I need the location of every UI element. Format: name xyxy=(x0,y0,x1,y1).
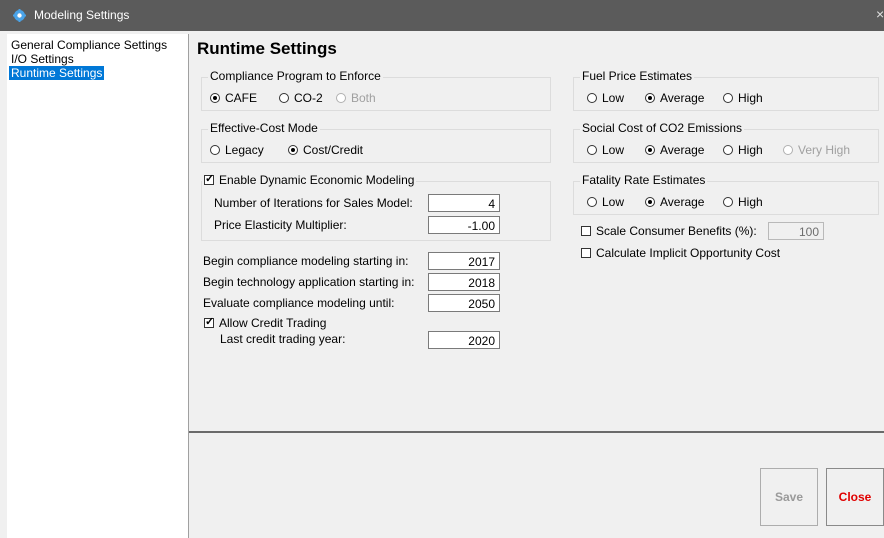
radio-label: High xyxy=(738,91,763,105)
radio-indicator xyxy=(587,197,597,207)
radio-cafe[interactable]: CAFE xyxy=(210,91,257,105)
radio-cost-credit[interactable]: Cost/Credit xyxy=(288,143,363,157)
radio-label: Low xyxy=(602,195,625,209)
checkbox-indicator xyxy=(204,315,214,328)
scale-consumer-benefits-checkbox[interactable]: Scale Consumer Benefits (%): xyxy=(581,224,757,238)
radio-both: Both xyxy=(336,91,376,105)
radio-indicator xyxy=(288,145,298,155)
radio-indicator xyxy=(210,145,220,155)
footer-divider xyxy=(189,431,884,433)
radio-social-high[interactable]: High xyxy=(723,143,763,157)
checkbox-label: Calculate Implicit Opportunity Cost xyxy=(596,246,781,260)
radio-label: Average xyxy=(660,195,705,209)
radio-label: Average xyxy=(660,91,705,105)
radio-label: Cost/Credit xyxy=(303,143,364,157)
radio-indicator xyxy=(587,93,597,103)
checkbox-indicator xyxy=(581,226,591,236)
social-cost-title: Social Cost of CO2 Emissions xyxy=(580,121,745,135)
radio-indicator xyxy=(783,145,793,155)
radio-indicator xyxy=(645,197,655,207)
begin-technology-label: Begin technology application starting in… xyxy=(203,275,415,289)
checkbox-label: Enable Dynamic Economic Modeling xyxy=(219,173,415,187)
window-close-icon[interactable]: × xyxy=(876,6,884,22)
radio-label: CAFE xyxy=(225,91,258,105)
radio-indicator xyxy=(645,93,655,103)
radio-label: Average xyxy=(660,143,705,157)
radio-indicator xyxy=(336,93,346,103)
effective-cost-group: Effective-Cost Mode Legacy Cost/Credit xyxy=(201,121,551,163)
radio-label: High xyxy=(738,195,763,209)
fuel-price-group: Fuel Price Estimates Low Average High xyxy=(573,69,879,111)
radio-fuel-high[interactable]: High xyxy=(723,91,763,105)
title-bar: Modeling Settings × xyxy=(0,0,884,31)
compliance-program-title: Compliance Program to Enforce xyxy=(208,69,383,83)
checkbox-indicator xyxy=(581,248,591,258)
radio-co2[interactable]: CO-2 xyxy=(279,91,323,105)
runtime-settings-panel: Runtime Settings Compliance Program to E… xyxy=(189,31,884,431)
dynamic-modeling-checkbox[interactable]: Enable Dynamic Economic Modeling xyxy=(202,172,417,187)
radio-fatality-low[interactable]: Low xyxy=(587,195,624,209)
radio-indicator xyxy=(279,93,289,103)
evaluate-until-input[interactable]: 2050 xyxy=(428,294,500,312)
radio-fuel-low[interactable]: Low xyxy=(587,91,624,105)
gear-icon xyxy=(13,9,26,22)
radio-fuel-average[interactable]: Average xyxy=(645,91,704,105)
window-title: Modeling Settings xyxy=(34,8,130,22)
radio-social-very-high: Very High xyxy=(783,143,850,157)
iterations-label: Number of Iterations for Sales Model: xyxy=(214,196,413,210)
radio-social-low[interactable]: Low xyxy=(587,143,624,157)
effective-cost-title: Effective-Cost Mode xyxy=(208,121,320,135)
radio-label: Low xyxy=(602,91,625,105)
radio-indicator xyxy=(210,93,220,103)
save-button[interactable]: Save xyxy=(760,468,818,526)
iterations-input[interactable]: 4 xyxy=(428,194,500,212)
elasticity-input[interactable]: -1.00 xyxy=(428,216,500,234)
close-button[interactable]: Close xyxy=(826,468,884,526)
radio-label: Low xyxy=(602,143,625,157)
begin-compliance-input[interactable]: 2017 xyxy=(428,252,500,270)
radio-indicator xyxy=(723,93,733,103)
radio-social-average[interactable]: Average xyxy=(645,143,704,157)
fuel-price-title: Fuel Price Estimates xyxy=(580,69,695,83)
compliance-program-group: Compliance Program to Enforce CAFE CO-2 … xyxy=(201,69,551,111)
radio-label: Both xyxy=(351,91,376,105)
checkbox-label: Scale Consumer Benefits (%): xyxy=(596,224,757,238)
radio-indicator xyxy=(645,145,655,155)
radio-label: Legacy xyxy=(225,143,264,157)
radio-indicator xyxy=(723,145,733,155)
radio-legacy[interactable]: Legacy xyxy=(210,143,264,157)
nav-item-general-compliance[interactable]: General Compliance Settings xyxy=(9,38,169,52)
fatality-rate-title: Fatality Rate Estimates xyxy=(580,173,708,187)
begin-technology-input[interactable]: 2018 xyxy=(428,273,500,291)
consumer-benefits-input: 100 xyxy=(768,222,824,240)
nav-item-io-settings[interactable]: I/O Settings xyxy=(9,52,76,66)
elasticity-label: Price Elasticity Multiplier: xyxy=(214,218,347,232)
last-credit-year-input[interactable]: 2020 xyxy=(428,331,500,349)
page-title: Runtime Settings xyxy=(197,39,337,58)
nav-item-runtime-settings[interactable]: Runtime Settings xyxy=(9,66,105,80)
radio-indicator xyxy=(587,145,597,155)
radio-indicator xyxy=(723,197,733,207)
settings-nav: General Compliance Settings I/O Settings… xyxy=(7,34,189,538)
last-credit-year-label: Last credit trading year: xyxy=(220,332,346,346)
radio-label: Very High xyxy=(798,143,851,157)
checkbox-label: Allow Credit Trading xyxy=(219,316,327,330)
credit-trading-checkbox[interactable]: Allow Credit Trading xyxy=(204,315,327,330)
radio-label: CO-2 xyxy=(294,91,323,105)
radio-fatality-high[interactable]: High xyxy=(723,195,763,209)
fatality-rate-group: Fatality Rate Estimates Low Average High xyxy=(573,173,879,215)
evaluate-until-label: Evaluate compliance modeling until: xyxy=(203,296,395,310)
implicit-opportunity-cost-checkbox[interactable]: Calculate Implicit Opportunity Cost xyxy=(581,246,780,260)
begin-compliance-label: Begin compliance modeling starting in: xyxy=(203,254,409,268)
checkbox-indicator xyxy=(204,172,214,185)
dynamic-modeling-group: Enable Dynamic Economic Modeling Number … xyxy=(201,172,551,241)
radio-label: High xyxy=(738,143,763,157)
social-cost-group: Social Cost of CO2 Emissions Low Average… xyxy=(573,121,879,163)
radio-fatality-average[interactable]: Average xyxy=(645,195,704,209)
